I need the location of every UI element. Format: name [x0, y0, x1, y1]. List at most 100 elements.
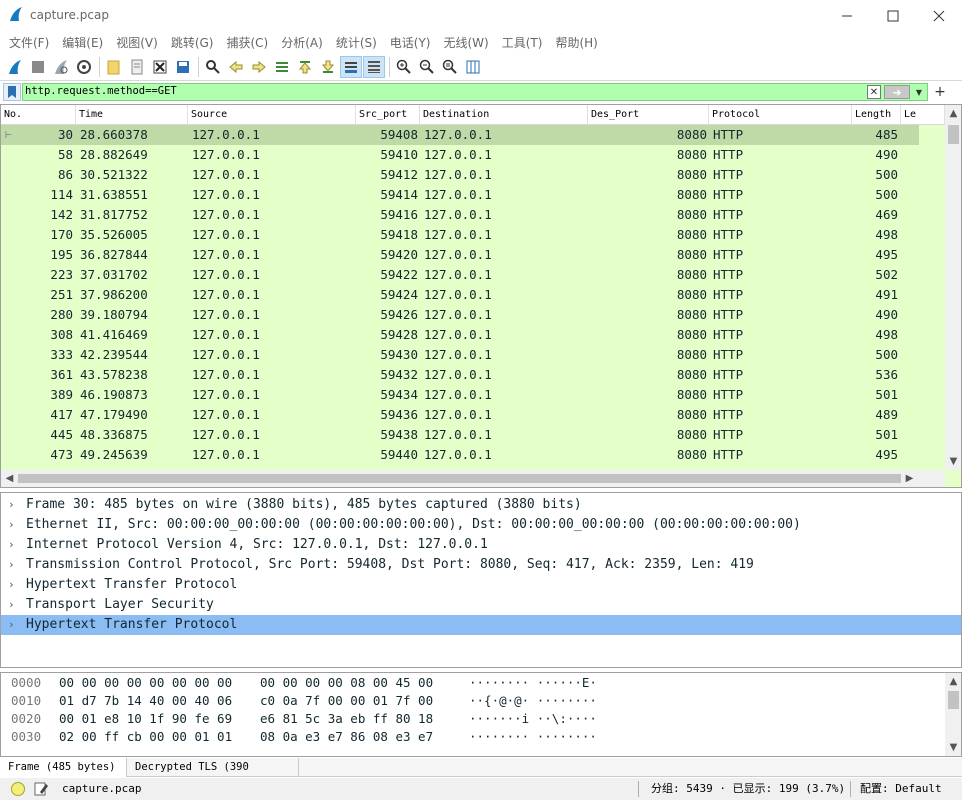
menu-analyze[interactable]: 分析(A)	[276, 34, 328, 51]
column-header-src-port[interactable]: Src_port	[356, 105, 420, 125]
column-header-le[interactable]: Le	[901, 105, 945, 125]
scroll-left-arrow-icon[interactable]: ◀	[1, 470, 18, 487]
find-packet-button[interactable]	[202, 56, 224, 78]
detail-tree-item[interactable]: › Frame 30: 485 bytes on wire (3880 bits)…	[1, 495, 961, 515]
scrollbar-thumb[interactable]	[948, 691, 959, 709]
packet-row[interactable]: 445 48.336875 127.0.0.1 59438 127.0.0.1 8080 H…	[1, 425, 919, 445]
expert-info-led-icon[interactable]	[11, 782, 25, 796]
minimize-button[interactable]	[824, 0, 870, 31]
column-header-destination[interactable]: Destination	[420, 105, 588, 125]
packet-row[interactable]: 195 36.827844 127.0.0.1 59420 127.0.0.1 8080 H…	[1, 245, 919, 265]
packet-row[interactable]: 308 41.416469 127.0.0.1 59428 127.0.0.1 8080 H…	[1, 325, 919, 345]
hex-dump-row[interactable]: 0000 00 00 00 00 00 00 00 00 00 00 00 00 0…	[1, 674, 945, 692]
display-filter-input[interactable]: http.request.method==GET	[22, 83, 928, 101]
packet-list-vertical-scrollbar[interactable]: ▲ ▼	[945, 105, 961, 470]
menu-view[interactable]: 视图(V)	[111, 34, 163, 51]
packet-list-horizontal-scrollbar[interactable]: ◀ ▶	[1, 470, 945, 487]
menu-tools[interactable]: 工具(T)	[497, 34, 548, 51]
scroll-right-arrow-icon[interactable]: ▶	[901, 470, 918, 487]
tab-frame-bytes[interactable]: Frame (485 bytes)	[0, 758, 127, 777]
colorize-button[interactable]	[363, 56, 385, 78]
menu-capture[interactable]: 捕获(C)	[221, 34, 273, 51]
detail-tree-item[interactable]: › Ethernet II, Src: 00:00:00_00:00:00 (00…	[1, 515, 961, 535]
status-profile[interactable]: 配置: Default	[860, 778, 942, 800]
tab-decrypted-tls[interactable]: Decrypted TLS (390 bytes)	[127, 758, 299, 791]
open-recent-button[interactable]	[126, 56, 148, 78]
go-first-button[interactable]	[294, 56, 316, 78]
packet-row[interactable]: 389 46.190873 127.0.0.1 59434 127.0.0.1 8080 H…	[1, 385, 919, 405]
hex-dump-row[interactable]: 0030 02 00 ff cb 00 00 01 01 08 0a e3 e7 8…	[1, 728, 945, 746]
packet-row[interactable]: 86 30.521322 127.0.0.1 59412 127.0.0.1 8080 HT…	[1, 165, 919, 185]
scroll-down-arrow-icon[interactable]: ▼	[945, 739, 961, 756]
packet-row[interactable]: 142 31.817752 127.0.0.1 59416 127.0.0.1 8080 H…	[1, 205, 919, 225]
packet-row[interactable]: 280 39.180794 127.0.0.1 59426 127.0.0.1 8080 H…	[1, 305, 919, 325]
packet-row[interactable]: 473 49.245639 127.0.0.1 59440 127.0.0.1 8080 H…	[1, 445, 919, 465]
menu-go[interactable]: 跳转(G)	[166, 34, 219, 51]
menu-edit[interactable]: 编辑(E)	[57, 34, 108, 51]
packet-row[interactable]: 223 37.031702 127.0.0.1 59422 127.0.0.1 8080 H…	[1, 265, 919, 285]
zoom-normal-button[interactable]	[439, 56, 461, 78]
column-header-no[interactable]: No.	[1, 105, 76, 125]
scroll-up-arrow-icon[interactable]: ▲	[945, 673, 961, 690]
chevron-right-icon[interactable]: ›	[8, 575, 18, 595]
maximize-button[interactable]	[870, 0, 916, 31]
open-button[interactable]	[103, 56, 125, 78]
go-back-button[interactable]	[225, 56, 247, 78]
resize-columns-button[interactable]	[462, 56, 484, 78]
menu-file[interactable]: 文件(F)	[4, 34, 54, 51]
hex-dump-row[interactable]: 0020 00 01 e8 10 1f 90 fe 69 e6 81 5c 3a e…	[1, 710, 945, 728]
packet-row[interactable]: 251 37.986200 127.0.0.1 59424 127.0.0.1 8080 H…	[1, 285, 919, 305]
packet-row[interactable]: 170 35.526005 127.0.0.1 59418 127.0.0.1 8080 H…	[1, 225, 919, 245]
autoscroll-button[interactable]	[340, 56, 362, 78]
chevron-right-icon[interactable]: ›	[8, 555, 18, 575]
go-forward-button[interactable]	[248, 56, 270, 78]
go-last-button[interactable]	[317, 56, 339, 78]
chevron-right-icon[interactable]: ›	[8, 535, 18, 555]
menu-telephony[interactable]: 电话(Y)	[385, 34, 436, 51]
scrollbar-thumb[interactable]	[948, 125, 959, 144]
menu-help[interactable]: 帮助(H)	[550, 34, 602, 51]
menu-wireless[interactable]: 无线(W)	[439, 34, 494, 51]
stop-capture-button[interactable]	[27, 56, 49, 78]
packet-row[interactable]: 417 47.179490 127.0.0.1 59436 127.0.0.1 8080 H…	[1, 405, 919, 425]
filter-apply-button[interactable]: ➜	[884, 85, 910, 99]
hex-dump-row[interactable]: 0010 01 d7 7b 14 40 00 40 06 c0 0a 7f 00 0…	[1, 692, 945, 710]
add-filter-button-button[interactable]: +	[932, 83, 948, 101]
column-header-source[interactable]: Source	[188, 105, 356, 125]
detail-tree-item[interactable]: › Hypertext Transfer Protocol	[1, 575, 961, 595]
filter-history-dropdown[interactable]: ▼	[912, 85, 926, 99]
chevron-right-icon[interactable]: ›	[8, 495, 18, 515]
capture-options-button[interactable]	[73, 56, 95, 78]
packet-row[interactable]: ⊢ 30 28.660378 127.0.0.1 59408 127.0.0.1 8080 H…	[1, 125, 919, 145]
column-header-protocol[interactable]: Protocol	[709, 105, 852, 125]
chevron-right-icon[interactable]: ›	[8, 595, 18, 615]
packet-row[interactable]: 361 43.578238 127.0.0.1 59432 127.0.0.1 8080 H…	[1, 365, 919, 385]
zoom-out-button[interactable]	[416, 56, 438, 78]
capture-comment-pencil-icon[interactable]	[33, 781, 49, 797]
column-header-length[interactable]: Length	[852, 105, 901, 125]
detail-tree-item[interactable]: › Hypertext Transfer Protocol	[1, 615, 961, 635]
close-file-button[interactable]	[149, 56, 171, 78]
packet-row[interactable]: 114 31.638551 127.0.0.1 59414 127.0.0.1 8080 H…	[1, 185, 919, 205]
scroll-up-arrow-icon[interactable]: ▲	[945, 105, 961, 122]
chevron-right-icon[interactable]: ›	[8, 615, 18, 635]
zoom-in-button[interactable]	[393, 56, 415, 78]
packet-row[interactable]: 58 28.882649 127.0.0.1 59410 127.0.0.1 8080 HT…	[1, 145, 919, 165]
filter-bookmark-button[interactable]	[3, 83, 21, 101]
detail-tree-item[interactable]: › Internet Protocol Version 4, Src: 127.0…	[1, 535, 961, 555]
column-header-time[interactable]: Time	[76, 105, 188, 125]
restart-capture-button[interactable]	[50, 56, 72, 78]
save-button[interactable]	[172, 56, 194, 78]
scroll-down-arrow-icon[interactable]: ▼	[945, 453, 961, 470]
packet-row[interactable]: 333 42.239544 127.0.0.1 59430 127.0.0.1 8080 H…	[1, 345, 919, 365]
go-to-packet-button[interactable]	[271, 56, 293, 78]
close-button[interactable]	[916, 0, 962, 31]
column-header-des-port[interactable]: Des_Port	[588, 105, 709, 125]
filter-clear-button[interactable]: ✕	[867, 85, 881, 99]
detail-tree-item[interactable]: › Transmission Control Protocol, Src Port…	[1, 555, 961, 575]
menu-statistics[interactable]: 统计(S)	[331, 34, 382, 51]
chevron-right-icon[interactable]: ›	[8, 515, 18, 535]
bytes-vertical-scrollbar[interactable]: ▲ ▼	[945, 673, 961, 756]
detail-tree-item[interactable]: › Transport Layer Security	[1, 595, 961, 615]
scrollbar-thumb[interactable]	[18, 474, 901, 483]
